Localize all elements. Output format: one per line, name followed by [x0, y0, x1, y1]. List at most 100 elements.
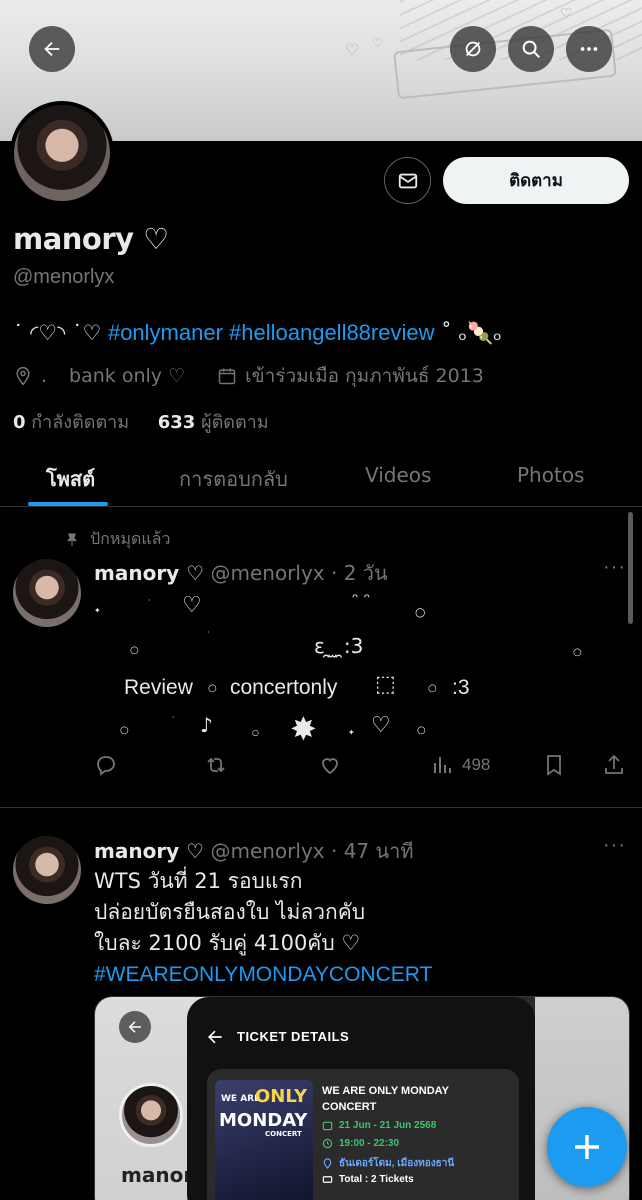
followers-stat[interactable]: 633 ผู้ติดตาม	[158, 412, 269, 433]
banner-heart-icon: ♡	[345, 40, 360, 59]
compose-button[interactable]	[547, 1107, 627, 1187]
post-more-button[interactable]: ···	[603, 556, 626, 579]
back-button[interactable]	[29, 26, 75, 72]
search-button[interactable]	[508, 26, 554, 72]
post-avatar[interactable]	[13, 836, 81, 904]
decor-circle: ○	[120, 725, 129, 736]
tab-photos[interactable]: Photos	[517, 463, 584, 487]
message-button[interactable]	[384, 157, 431, 204]
ticket-header: TICKET DETAILS	[237, 1029, 350, 1044]
like-button[interactable]	[318, 753, 342, 777]
ticket-venue: ธันเดอร์โดม, เมืองทองธานี	[322, 1156, 454, 1171]
share-button[interactable]	[602, 753, 626, 777]
bookmark-button[interactable]	[542, 753, 566, 777]
tab-replies[interactable]: การตอบกลับ	[179, 463, 288, 495]
ticket-event-title: WE ARE ONLY MONDAY CONCERT	[322, 1085, 449, 1113]
poster-text: CONCERT	[265, 1130, 302, 1138]
tab-videos[interactable]: Videos	[365, 463, 431, 487]
profile-avatar[interactable]	[10, 101, 114, 205]
decor-dot: ·	[172, 713, 175, 722]
clock-icon	[322, 1138, 333, 1149]
decor-dot: ✦	[94, 606, 101, 615]
compose-plus-icon	[575, 1135, 599, 1159]
decor-frame: ⬚	[375, 672, 396, 697]
decor-circle: ○	[417, 725, 426, 736]
post-avatar[interactable]	[13, 559, 81, 627]
post-author-name[interactable]: manory ♡	[94, 561, 204, 585]
location-dot: .	[41, 365, 48, 387]
scrollbar[interactable]	[628, 512, 633, 624]
ticket-date-text: 21 Jun - 21 Jun 2568	[339, 1120, 437, 1131]
banner-heart-icon: ♡	[372, 36, 383, 50]
post-more-button[interactable]: ···	[603, 834, 626, 857]
decor-heart: ♡	[182, 593, 202, 618]
ticket-venue-text: ธันเดอร์โดม, เมืองทองธานี	[339, 1158, 455, 1169]
following-count: 0	[13, 412, 26, 433]
retweet-button[interactable]	[204, 753, 228, 777]
message-icon	[398, 173, 417, 188]
post-line: ปล่อยบัตรยืนสองใบ ไม่ลวกคับ	[94, 900, 366, 924]
bio-decoration-end: ˚ ₒ🍡ₒ	[434, 321, 502, 345]
like-icon	[322, 758, 338, 775]
ticket-back-arrow-icon	[208, 1030, 222, 1044]
views-button[interactable]: 498	[430, 753, 490, 777]
ticket-dates: 21 Jun - 21 Jun 2568	[322, 1120, 436, 1131]
bio-decoration: ˙ ◜♡◝ ˙♡	[13, 321, 108, 345]
post-media-image[interactable]: manory TICKET DETAILS WE ARE ONLY MONDAY…	[94, 996, 630, 1200]
follow-button[interactable]: ติดตาม	[443, 157, 629, 204]
decor-circle: ○	[208, 683, 217, 694]
post-text-end: :3	[452, 676, 470, 699]
ticket-total-text: Total : 2 Tickets	[339, 1174, 414, 1185]
decor-burst: ✸	[290, 710, 317, 748]
views-count: 498	[462, 755, 491, 774]
decor-circle: ○	[573, 647, 582, 658]
following-label: กำลังติดตาม	[31, 412, 130, 433]
post-header: manory ♡ @menorlyx · 47 นาที	[94, 835, 414, 867]
post-line: ใบละ 2100 รับคู่ 4100คับ ♡	[94, 931, 361, 955]
post-body: WTS วันที่ 21 รอบแรก ปล่อยบัตรยืนสองใบ ไ…	[94, 866, 432, 990]
ticket-time: 19:00 - 22:30	[322, 1138, 399, 1149]
poster-text: ONLY	[255, 1086, 308, 1107]
following-stat[interactable]: 0 กำลังติดตาม	[13, 412, 129, 433]
profile-tabs: โพสต์ การตอบกลับ Videos Photos	[0, 445, 642, 507]
bio-hashtags[interactable]: #onlymaner #helloangell88review	[108, 320, 435, 345]
pinned-indicator: ปักหมุดแล้ว	[64, 527, 170, 552]
decor-circle: ○	[428, 683, 437, 694]
mute-button[interactable]	[450, 26, 496, 72]
media-avatar	[119, 1083, 183, 1147]
post-actions: 498	[94, 753, 630, 783]
ticket-icon	[322, 1176, 333, 1183]
poster-text: MONDAY	[219, 1110, 308, 1131]
profile-stats: 0 กำลังติดตาม 633 ผู้ติดตาม	[13, 407, 269, 436]
decor-face: ᵔ ᵔ	[352, 590, 371, 609]
avatar-image	[14, 105, 110, 201]
post-text-concert: concertonly	[230, 676, 338, 699]
decor-circle: ○	[130, 645, 139, 656]
calendar-icon	[322, 1121, 333, 1131]
post-handle-time: @menorlyx · 2 วัน	[210, 561, 388, 585]
profile-joined-date: เข้าร่วมเมือ กุมภาพันธ์ 2013	[245, 365, 484, 387]
tab-posts[interactable]: โพสต์	[46, 463, 95, 495]
decor-dot: ·	[148, 596, 151, 605]
concert-poster: WE ARE ONLY MONDAY CONCERT	[215, 1080, 313, 1200]
post-line: WTS วันที่ 21 รอบแรก	[94, 869, 303, 893]
post-author-name[interactable]: manory ♡	[94, 839, 204, 863]
reply-button[interactable]	[94, 753, 118, 777]
ticket-total: Total : 2 Tickets	[322, 1174, 414, 1185]
decor-dot: ·	[207, 628, 210, 637]
profile-meta: . bank only ♡ เข้าร่วมเมือ กุมภาพันธ์ 20…	[13, 361, 484, 391]
more-options-button[interactable]	[566, 26, 612, 72]
retweet-icon	[207, 757, 225, 773]
back-arrow-icon	[44, 41, 60, 57]
share-icon	[605, 754, 623, 774]
post-hashtag[interactable]: #WEAREONLYMONDAYCONCERT	[94, 959, 432, 990]
active-tab-indicator	[28, 502, 108, 506]
followers-count: 633	[157, 412, 196, 433]
more-icon	[580, 47, 598, 51]
profile-location: bank only ♡	[69, 365, 186, 387]
media-back-arrow	[119, 1011, 151, 1043]
post-text-review: Review	[124, 676, 193, 699]
post-handle-time: @menorlyx · 47 นาที	[210, 839, 414, 863]
profile-bio: ˙ ◜♡◝ ˙♡ #onlymaner #helloangell88review…	[13, 320, 502, 346]
bookmark-icon	[547, 755, 561, 776]
